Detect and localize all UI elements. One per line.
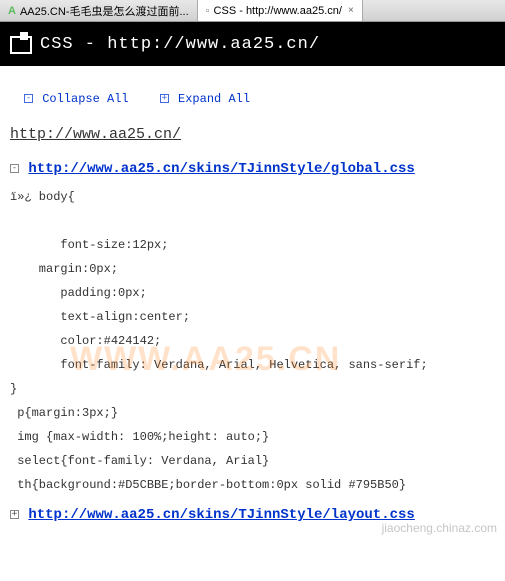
expand-label: Expand All bbox=[178, 92, 250, 106]
tab-aa25[interactable]: A AA25.CN-毛毛虫是怎么渡过面前... bbox=[0, 0, 198, 21]
css-code-block: ï»¿ body{ font-size:12px; margin:0px; pa… bbox=[10, 185, 495, 497]
footer-watermark: jiaocheng.chinaz.com bbox=[382, 521, 497, 535]
window-header: CSS - http://www.aa25.cn/ bbox=[0, 22, 505, 66]
collapse-icon[interactable]: - bbox=[10, 164, 19, 173]
tab-label: AA25.CN-毛毛虫是怎么渡过面前... bbox=[20, 3, 189, 19]
css-section-global: - http://www.aa25.cn/skins/TJinnStyle/gl… bbox=[10, 161, 495, 497]
expand-all-button[interactable]: + Expand All bbox=[160, 92, 250, 106]
content-area: WWW.AA25.CN - Collapse All + Expand All … bbox=[0, 66, 505, 537]
plus-icon: + bbox=[160, 94, 169, 103]
close-icon[interactable]: × bbox=[348, 5, 354, 16]
tab-bar: A AA25.CN-毛毛虫是怎么渡过面前... ▫ CSS - http://w… bbox=[0, 0, 505, 22]
site-icon: A bbox=[8, 5, 16, 17]
css-section-layout: + http://www.aa25.cn/skins/TJinnStyle/la… bbox=[10, 507, 495, 523]
stylesheet-link-global[interactable]: http://www.aa25.cn/skins/TJinnStyle/glob… bbox=[28, 161, 414, 177]
page-url-link[interactable]: http://www.aa25.cn/ bbox=[10, 126, 495, 143]
minus-icon: - bbox=[24, 94, 33, 103]
control-bar: - Collapse All + Expand All bbox=[24, 91, 495, 106]
expand-icon[interactable]: + bbox=[10, 510, 19, 519]
window-title: CSS - http://www.aa25.cn/ bbox=[40, 35, 320, 54]
css-window-icon bbox=[8, 32, 32, 56]
doc-icon: ▫ bbox=[206, 5, 210, 17]
collapse-all-button[interactable]: - Collapse All bbox=[24, 92, 136, 106]
collapse-label: Collapse All bbox=[42, 92, 128, 106]
tab-css[interactable]: ▫ CSS - http://www.aa25.cn/ × bbox=[198, 0, 363, 21]
tab-label: CSS - http://www.aa25.cn/ bbox=[214, 5, 342, 17]
stylesheet-link-layout[interactable]: http://www.aa25.cn/skins/TJinnStyle/layo… bbox=[28, 507, 414, 523]
